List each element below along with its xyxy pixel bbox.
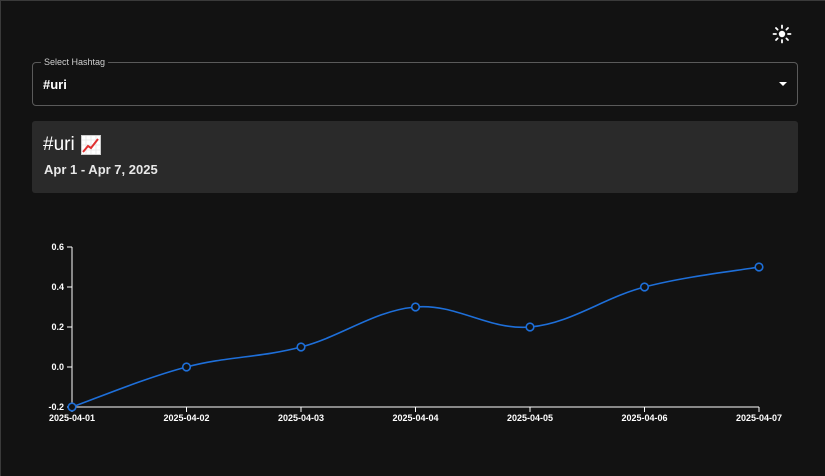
x-tick-label: 2025-04-04 [392, 413, 438, 423]
y-tick-label: -0.2 [48, 402, 64, 412]
data-point [754, 262, 764, 272]
data-point [639, 282, 650, 292]
y-tick-label: 0.0 [51, 362, 64, 372]
select-label: Select Hashtag [41, 56, 109, 68]
data-point [525, 322, 535, 332]
hashtag-select[interactable]: Select Hashtag #uri [32, 56, 798, 106]
select-value: #uri [43, 77, 67, 92]
data-point [410, 302, 421, 312]
chevron-down-icon [779, 82, 787, 86]
x-tick-label: 2025-04-05 [507, 413, 553, 423]
x-tick-label: 2025-04-06 [621, 413, 667, 423]
date-range: Apr 1 - Apr 7, 2025 [44, 162, 158, 177]
data-point [67, 402, 77, 412]
series-line [71, 266, 760, 408]
trend-chart: 0.6 0.4 0.2 0.0 -0.2 2025-04-01 2025-04-02 2025… [1, 231, 825, 431]
hashtag-summary-card: #uri Apr 1 - Apr 7, 2025 [32, 121, 798, 193]
x-tick-label: 2025-04-01 [49, 413, 95, 423]
sun-icon [772, 24, 792, 44]
y-tick-label: 0.4 [51, 282, 64, 292]
trend-line-chart: 0.6 0.4 0.2 0.0 -0.22025-04-01 2025-04-02 2025… [48, 242, 782, 423]
data-point [296, 342, 306, 352]
card-title: #uri [43, 134, 75, 155]
app-frame: Select Hashtag #uri #uri Apr 1 - Apr 7, … [0, 0, 825, 476]
theme-toggle-button[interactable] [769, 21, 795, 47]
x-tick-label: 2025-04-02 [163, 413, 209, 423]
x-tick-label: 2025-04-07 [736, 413, 782, 423]
card-title-row: #uri [43, 134, 101, 156]
chart-increasing-icon [80, 135, 101, 155]
y-tick-label: 0.2 [51, 322, 64, 332]
y-tick-label: 0.6 [51, 242, 64, 252]
x-tick-label: 2025-04-03 [278, 413, 324, 423]
data-point [181, 362, 192, 372]
